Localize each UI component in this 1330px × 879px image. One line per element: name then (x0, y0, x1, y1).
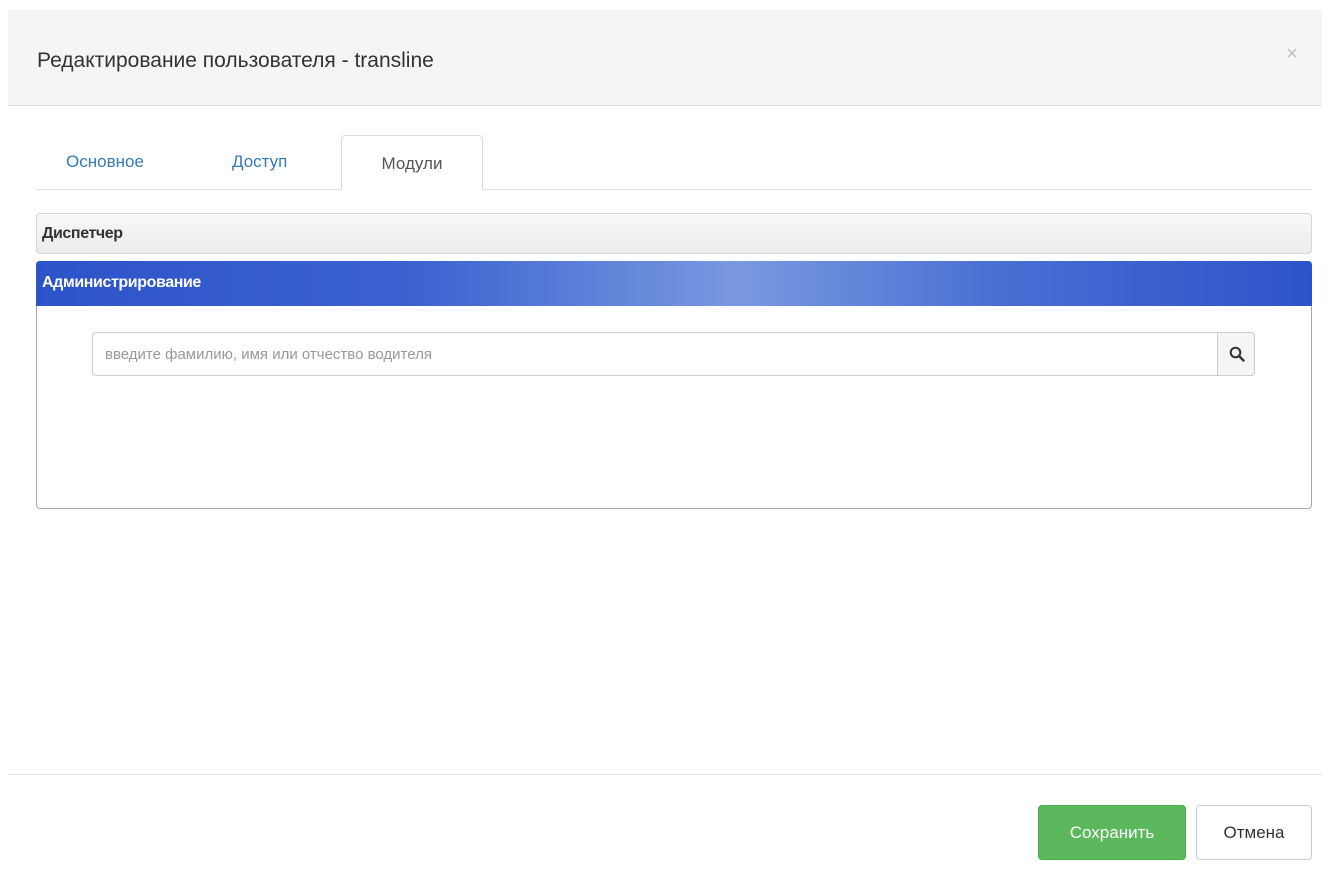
driver-search-group (92, 332, 1255, 376)
edit-user-dialog: Редактирование пользователя - transline … (8, 10, 1322, 879)
dialog-title: Редактирование пользователя - transline (37, 49, 434, 72)
dialog-header: Редактирование пользователя - transline … (8, 10, 1322, 106)
cancel-button[interactable]: Отмена (1196, 805, 1312, 860)
save-button[interactable]: Сохранить (1038, 805, 1186, 860)
search-icon (1229, 346, 1245, 362)
module-header-administration[interactable]: Администрирование (36, 261, 1312, 306)
tab-general[interactable]: Основное (66, 134, 144, 190)
module-panel-dispatcher[interactable]: Диспетчер (36, 213, 1312, 254)
module-label-administration: Администрирование (42, 274, 201, 291)
search-button[interactable] (1217, 332, 1255, 376)
tab-modules[interactable]: Модули (341, 135, 483, 191)
module-panel-administration: Администрирование (36, 261, 1312, 509)
tab-bar: Основное Доступ Модули (36, 134, 1312, 191)
module-label-dispatcher: Диспетчер (42, 225, 123, 242)
close-button[interactable]: × (1282, 44, 1302, 64)
footer-divider (8, 774, 1322, 775)
tab-access[interactable]: Доступ (232, 134, 287, 190)
driver-search-input[interactable] (92, 332, 1217, 376)
